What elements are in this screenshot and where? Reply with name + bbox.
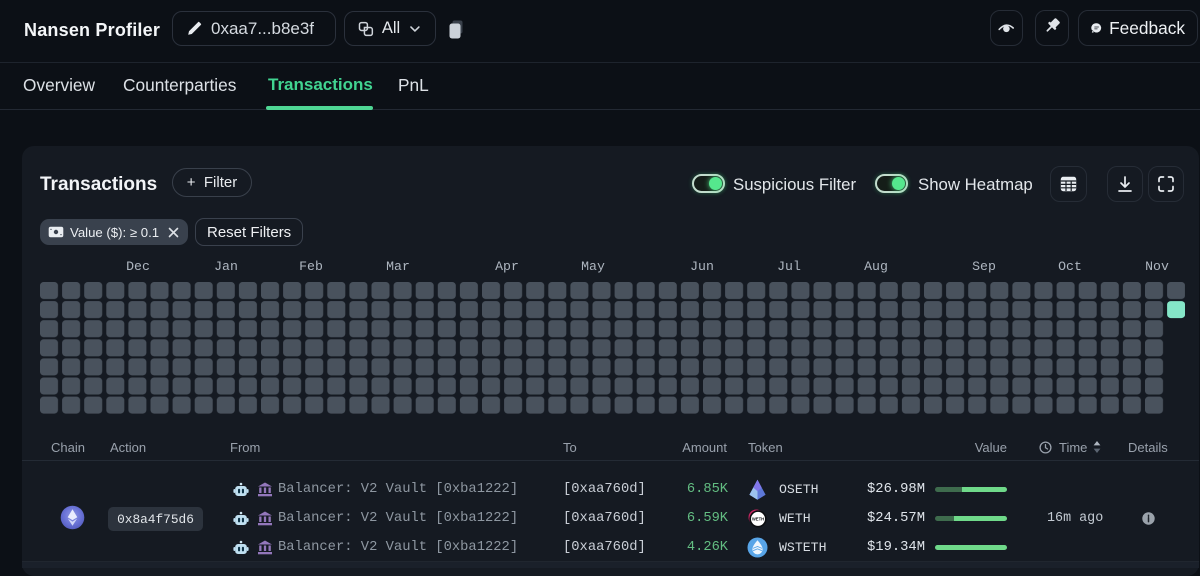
svg-text:WETH: WETH: [752, 516, 764, 521]
